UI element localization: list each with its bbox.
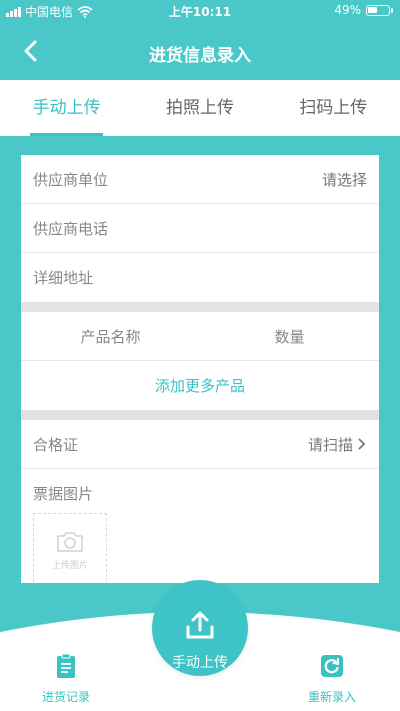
purchase-records-label: 进货记录 (41, 690, 90, 704)
camera-icon (57, 531, 83, 552)
supplier-phone-row[interactable]: 供应商电话 (21, 204, 379, 253)
clipboard-icon (57, 653, 75, 678)
certificate-label: 合格证 (33, 435, 79, 454)
add-more-products-button[interactable]: 添加更多产品 (21, 361, 379, 410)
section-divider (21, 302, 379, 312)
refresh-icon (321, 655, 343, 677)
manual-upload-label: 手动上传 (172, 655, 228, 671)
upload-image-button[interactable]: 上传图片 (33, 513, 107, 583)
page-title: 进货信息录入 (149, 46, 251, 66)
battery-percent: 49% (334, 3, 361, 17)
product-name-header: 产品名称 (80, 327, 141, 346)
certificate-scan-action[interactable]: 请扫描 (308, 434, 367, 455)
form-card: 供应商单位 请选择 供应商电话 详细地址 产品名称 数量 添加更多产品 合格证 … (21, 155, 379, 583)
supplier-unit-row[interactable]: 供应商单位 请选择 (21, 155, 379, 204)
address-field[interactable]: 详细地址 (33, 267, 93, 288)
certificate-row[interactable]: 合格证 请扫描 (21, 420, 379, 469)
product-header-row: 产品名称 数量 (21, 312, 379, 361)
upload-icon (186, 611, 214, 639)
section-divider (21, 410, 379, 420)
quantity-header: 数量 (274, 327, 305, 346)
reenter-button[interactable]: 重新录入 (292, 653, 372, 705)
certificate-scan-label: 请扫描 (307, 435, 353, 454)
purchase-records-button[interactable]: 进货记录 (26, 653, 106, 705)
chevron-right-icon (358, 438, 366, 450)
reenter-label: 重新录入 (307, 690, 356, 704)
tab-bar: 手动上传 拍照上传 扫码上传 (0, 80, 400, 136)
address-row[interactable]: 详细地址 (21, 253, 379, 302)
status-bar: 中国电信 上午10:11 49% (0, 0, 400, 22)
supplier-phone-field[interactable]: 供应商电话 (33, 218, 108, 239)
tab-scan-upload[interactable]: 扫码上传 (267, 80, 400, 136)
receipt-label: 票据图片 (33, 485, 94, 503)
tab-manual-upload[interactable]: 手动上传 (0, 80, 133, 136)
battery-fill (368, 6, 378, 13)
receipt-row: 票据图片 (21, 469, 379, 518)
upload-image-label: 上传图片 (51, 560, 88, 571)
supplier-unit-label: 供应商单位 (33, 170, 109, 189)
nav-bar: 进货信息录入 (0, 22, 400, 80)
tab-photo-upload[interactable]: 拍照上传 (133, 80, 266, 136)
supplier-unit-select[interactable]: 请选择 (322, 169, 367, 190)
status-right: 49% (334, 3, 393, 17)
battery-icon (366, 4, 393, 16)
manual-upload-button[interactable]: 手动上传 (152, 580, 248, 676)
